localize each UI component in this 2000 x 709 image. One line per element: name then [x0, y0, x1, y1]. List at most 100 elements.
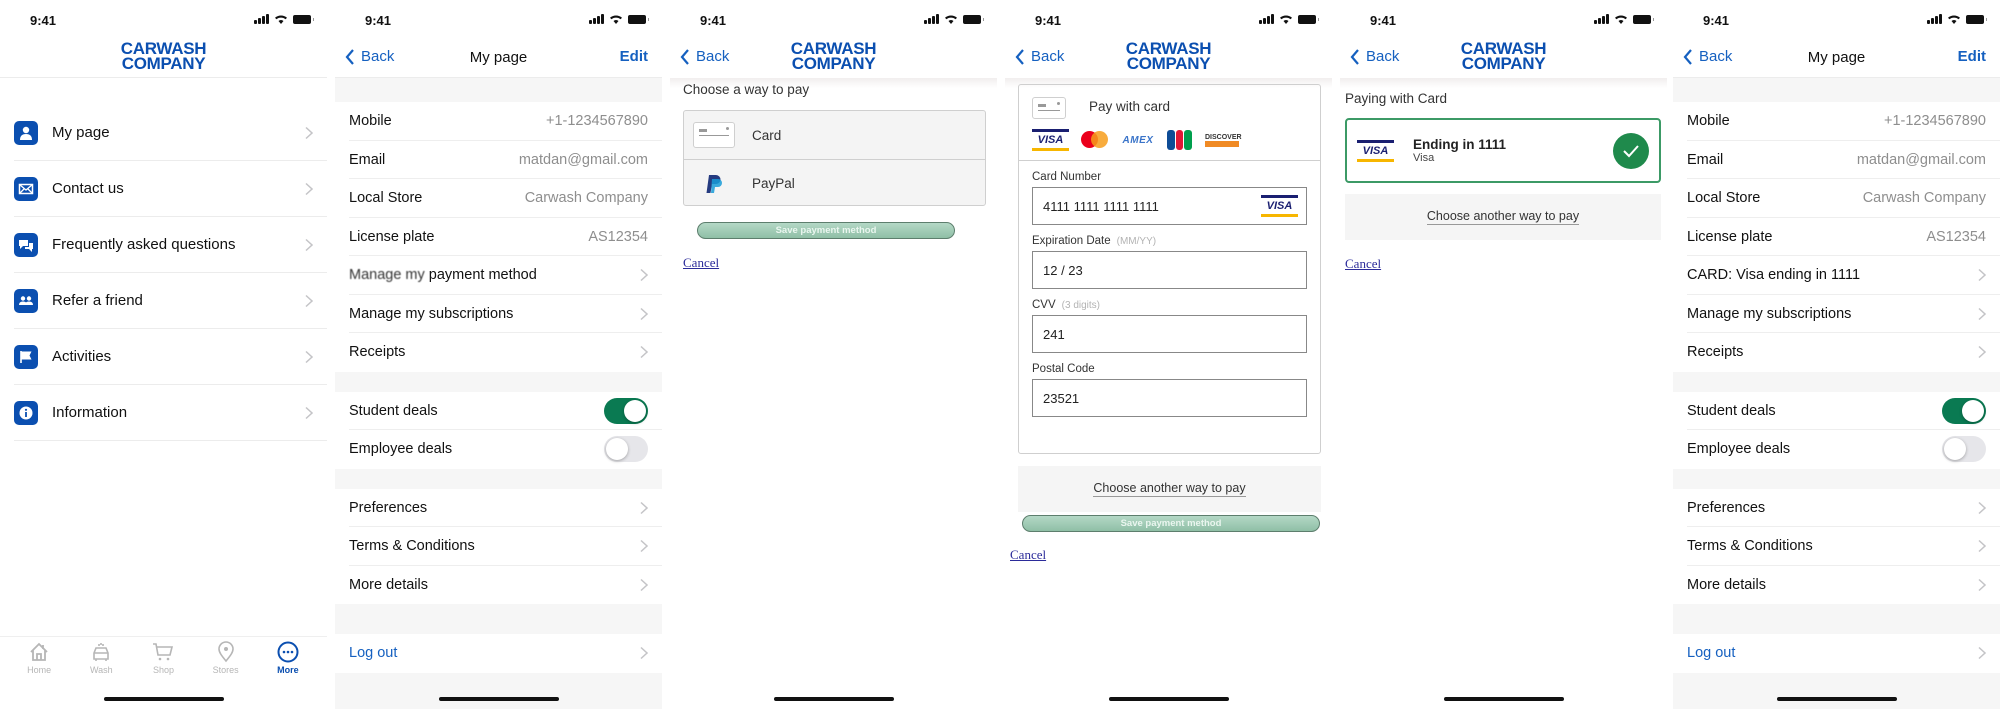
selected-card[interactable]: VISA Ending in 1111 Visa	[1345, 118, 1661, 183]
row-terms[interactable]: Terms & Conditions	[1673, 527, 2000, 566]
student-deals-toggle[interactable]	[1942, 397, 1986, 424]
row-receipts[interactable]: Receipts	[1673, 333, 2000, 372]
expiry-input[interactable]: 12 / 23	[1032, 251, 1307, 289]
status-bar: 9:41	[0, 0, 327, 40]
nav-bar: Back CARWASH COMPANY	[670, 38, 997, 78]
checkmark-icon	[1613, 133, 1649, 169]
save-payment-button[interactable]: Save payment method	[697, 222, 955, 239]
tab-shop[interactable]: Shop	[138, 641, 188, 676]
option-paypal[interactable]: PayPal	[684, 159, 985, 207]
edit-button[interactable]: Edit	[1958, 48, 1986, 65]
tab-wash[interactable]: Wash	[76, 641, 126, 676]
card-brands: VISA AMEX DISCOVER	[1032, 129, 1242, 151]
choose-another-way-button[interactable]: Choose another way to pay	[1345, 194, 1661, 240]
chevron-right-icon	[305, 350, 313, 363]
chevron-right-icon	[305, 126, 313, 139]
settings-list: Mobile +1-1234567890 Email matdan@gmail.co…	[335, 78, 662, 709]
logout-button[interactable]: Log out	[335, 634, 662, 673]
status-time: 9:41	[365, 13, 392, 28]
card-number-label: Card Number	[1032, 171, 1102, 183]
row-subscriptions[interactable]: Manage my subscriptions	[1673, 295, 2000, 334]
chevron-right-icon	[1978, 647, 1986, 660]
chevron-right-icon	[1978, 307, 1986, 320]
payment-options: Card PayPal	[683, 110, 986, 206]
row-mobile: Mobile +1-1234567890	[1673, 102, 2000, 141]
row-manage-payment[interactable]: Manage my payment method	[335, 256, 662, 295]
home-icon	[30, 642, 48, 661]
menu-item-my-page[interactable]: My page	[14, 105, 327, 161]
choose-another-way-button[interactable]: Choose another way to pay	[1018, 466, 1321, 512]
store-value: Carwash Company	[524, 190, 648, 207]
chevron-right-icon	[640, 269, 648, 282]
cancel-link[interactable]: Cancel	[1010, 547, 1046, 563]
status-time: 9:41	[30, 13, 57, 28]
student-deals-toggle[interactable]	[604, 397, 648, 424]
home-indicator	[773, 697, 894, 701]
status-time: 9:41	[1703, 13, 1730, 28]
option-card[interactable]: Card	[684, 111, 985, 159]
chat-bubbles-icon	[14, 232, 38, 257]
row-receipts[interactable]: Receipts	[335, 333, 662, 372]
status-time: 9:41	[1035, 13, 1062, 28]
back-button[interactable]: Back	[680, 48, 729, 65]
tab-label: Home	[27, 665, 52, 675]
wifi-icon	[275, 15, 287, 24]
tab-home[interactable]: Home	[14, 641, 64, 676]
flag-icon	[14, 344, 38, 369]
employee-deals-toggle[interactable]	[604, 436, 648, 463]
visa-logo-icon: VISA	[1261, 195, 1298, 217]
menu-item-contact-us[interactable]: Contact us	[14, 161, 327, 217]
back-button[interactable]: Back	[345, 48, 394, 65]
home-indicator	[1108, 697, 1229, 701]
cvv-input[interactable]: 241	[1032, 315, 1307, 353]
chevron-right-icon	[1978, 578, 1986, 591]
expiry-label: Expiration Date (MM/YY)	[1032, 235, 1157, 247]
logout-button[interactable]: Log out	[1673, 634, 2000, 673]
my-page-updated-screen: 9:41 Back My page Edit Mobile +1-12345678…	[1673, 0, 2000, 709]
menu-item-faq[interactable]: Frequently asked questions	[14, 217, 327, 273]
row-terms[interactable]: Terms & Conditions	[335, 527, 662, 566]
back-button[interactable]: Back	[1683, 48, 1732, 65]
nav-bar: Back CARWASH COMPANY	[1005, 38, 1332, 78]
row-more-details[interactable]: More details	[1673, 566, 2000, 605]
car-wash-icon	[93, 643, 110, 661]
row-preferences[interactable]: Preferences	[1673, 489, 2000, 528]
card-brand: Visa	[1413, 152, 1435, 164]
row-saved-card[interactable]: CARD: Visa ending in 1111	[1673, 256, 2000, 295]
cancel-link[interactable]: Cancel	[683, 255, 719, 271]
cancel-link[interactable]: Cancel	[1345, 256, 1381, 272]
visa-logo-icon: VISA	[1357, 139, 1394, 162]
people-icon	[14, 288, 38, 313]
battery-icon	[1633, 14, 1654, 24]
postal-code-input[interactable]: 23521	[1032, 379, 1307, 417]
carwash-logo: CARWASH COMPANY	[120, 39, 207, 73]
postal-code-label: Postal Code	[1032, 363, 1095, 375]
mobile-value: +1-1234567890	[545, 113, 648, 130]
save-payment-button[interactable]: Save payment method	[1022, 515, 1320, 532]
row-more-details[interactable]: More details	[335, 566, 662, 605]
row-local-store: Local Store Carwash Company	[1673, 179, 2000, 218]
menu-item-refer-friend[interactable]: Refer a friend	[14, 273, 327, 329]
card-number-input[interactable]: 4111 1111 1111 1111 VISA	[1032, 187, 1307, 225]
back-button[interactable]: Back	[1350, 48, 1399, 65]
home-indicator	[1443, 697, 1564, 701]
edit-button[interactable]: Edit	[620, 48, 648, 65]
chevron-right-icon	[1978, 540, 1986, 553]
menu-item-activities[interactable]: Activities	[14, 329, 327, 385]
discover-logo-icon: DISCOVER	[1205, 134, 1242, 147]
paying-with-title: Paying with Card	[1345, 91, 1448, 106]
signal-icon	[589, 14, 604, 24]
row-subscriptions[interactable]: Manage my subscriptions	[335, 295, 662, 334]
chevron-right-icon	[1978, 269, 1986, 282]
tab-more[interactable]: More	[263, 641, 313, 676]
tab-stores[interactable]: Stores	[201, 641, 251, 676]
email-value: matdan@gmail.com	[1856, 151, 1986, 168]
menu-item-information[interactable]: Information	[14, 385, 327, 441]
employee-deals-toggle[interactable]	[1942, 436, 1986, 463]
row-license-plate: License plate AS12354	[1673, 218, 2000, 257]
choose-pay-title: Choose a way to pay	[683, 82, 810, 97]
home-indicator	[1776, 697, 1897, 701]
row-preferences[interactable]: Preferences	[335, 489, 662, 528]
menu-item-label: Contact us	[52, 180, 124, 197]
back-button[interactable]: Back	[1015, 48, 1064, 65]
